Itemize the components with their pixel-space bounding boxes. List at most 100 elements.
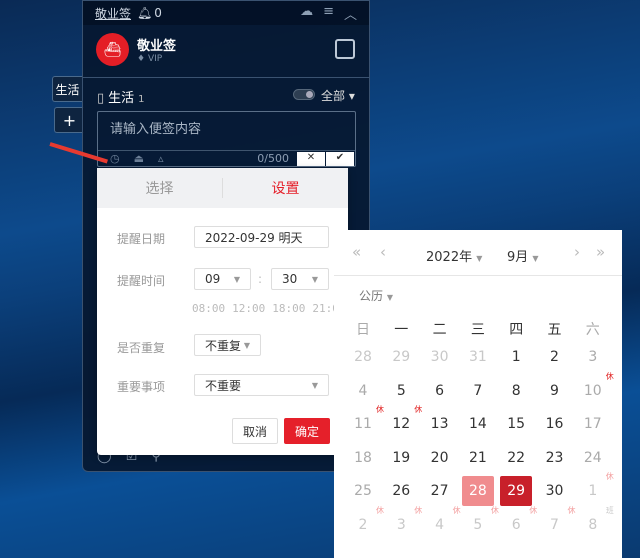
minute-select[interactable]: 30 ▼ [271, 268, 329, 290]
filter-label: 全部 [321, 89, 346, 103]
note-input[interactable]: 请输入便签内容 ◷ ⏏ ▵ 0/500 ✕ ✔ [97, 111, 356, 167]
today-cell[interactable]: 28 [461, 476, 494, 506]
day-cell[interactable]: 7休 [536, 506, 575, 540]
alarm-icon[interactable]: ⏏ [134, 152, 144, 165]
prev-year-icon[interactable]: « [352, 243, 361, 261]
month-select[interactable]: 9月 ▼ [507, 246, 539, 265]
day-cell[interactable]: 3休 [382, 506, 422, 540]
day-number: 27 [430, 483, 449, 499]
year-select[interactable]: 2022年 ▼ [426, 246, 482, 265]
day-cell[interactable]: 16 [536, 409, 574, 439]
day-cell[interactable]: 15 [497, 409, 535, 439]
toggle-switch[interactable] [293, 89, 315, 100]
important-select[interactable]: 不重要 ▼ [194, 374, 329, 396]
avatar[interactable]: ⛴ [96, 33, 129, 66]
day-cell[interactable]: 13 [421, 409, 459, 439]
day-cell[interactable]: 30 [421, 342, 459, 372]
day-cell[interactable]: 5休 [459, 506, 498, 540]
add-category-button[interactable]: + [54, 107, 84, 133]
day-number: 4 [358, 382, 368, 399]
day-cell[interactable]: 6 [421, 376, 459, 406]
note-icon: ▯ [97, 91, 105, 106]
day-cell[interactable]: 6休 [497, 506, 537, 540]
hour-select[interactable]: 09 ▼ [194, 268, 251, 290]
day-number: 13 [430, 416, 449, 432]
day-cell[interactable]: 3 [574, 342, 612, 372]
day-cell[interactable]: 28 [344, 342, 382, 372]
next-year-icon[interactable]: » [596, 243, 605, 261]
day-cell[interactable]: 2休 [344, 506, 384, 540]
day-cell[interactable]: 23 [536, 443, 574, 473]
day-cell[interactable]: 5 [382, 376, 420, 406]
tab-settings[interactable]: 设置 [223, 178, 348, 198]
date-field[interactable]: 2022-09-29 明天 [194, 226, 329, 248]
day-cell[interactable]: 22 [497, 443, 535, 473]
day-cell[interactable]: 24 [574, 443, 612, 473]
calendar-mode-select[interactable]: 公历 ▼ [359, 287, 393, 304]
day-cell[interactable]: 1休 [574, 472, 613, 506]
day-number: 12 [392, 416, 411, 432]
day-cell[interactable]: 21 [459, 443, 497, 473]
prev-month-icon[interactable]: ‹ [380, 243, 386, 261]
day-number: 6 [435, 382, 445, 399]
day-number: 29 [392, 349, 411, 365]
bell-icon[interactable]: 🔔︎ [137, 6, 152, 20]
clock-icon[interactable]: ◷ [110, 152, 120, 165]
day-cell[interactable]: 9 [536, 376, 574, 406]
divider [83, 77, 369, 78]
cancel-button[interactable]: 取消 [232, 418, 278, 444]
confirm-button[interactable]: 确定 [284, 418, 330, 444]
quick-time[interactable]: 18:00 [272, 302, 305, 315]
day-cell[interactable]: 27 [421, 476, 459, 506]
menu-icon[interactable]: ≡ [323, 4, 334, 23]
day-cell[interactable]: 2 [536, 342, 574, 372]
day-cell[interactable]: 17 [574, 409, 612, 439]
day-number: 17 [583, 416, 602, 432]
day-cell[interactable]: 4休 [421, 506, 460, 540]
repeat-select[interactable]: 不重复 ▼ [194, 334, 261, 356]
quick-time[interactable]: 08:00 [192, 302, 225, 315]
holiday-badge: 休 [605, 472, 614, 481]
weekday-header: 四 [509, 322, 524, 338]
day-number: 29 [507, 483, 526, 499]
day-cell[interactable]: 1 [497, 342, 535, 372]
day-number: 1 [588, 483, 598, 499]
day-cell[interactable]: 30 [536, 476, 574, 506]
repeat-value: 不重复 [205, 338, 242, 353]
weekday-header: 一 [394, 322, 409, 338]
day-cell[interactable]: 10 休 [574, 372, 614, 406]
save-note-button[interactable]: ✔ [326, 152, 354, 166]
day-cell[interactable]: 31 [459, 342, 497, 372]
title-bar: 敬业签 🔔︎ 0 ☁ ≡ ︿ [83, 1, 369, 25]
calendar-icon[interactable] [335, 39, 355, 59]
filter-dropdown[interactable]: 全部 ▾ [321, 87, 355, 104]
cloud-sync-icon[interactable]: ☁ [300, 4, 313, 23]
day-number: 18 [354, 449, 372, 466]
day-cell[interactable]: 11 休 [344, 405, 384, 439]
day-cell[interactable]: 29 [382, 342, 420, 372]
day-number: 8 [511, 382, 521, 399]
day-cell[interactable]: 26 [382, 476, 420, 506]
day-cell[interactable]: 19 [382, 443, 420, 473]
day-cell[interactable]: 20 [421, 443, 459, 473]
selected-day[interactable]: 29 [500, 476, 533, 506]
day-cell[interactable]: 8班 [574, 506, 613, 540]
text-style-icon[interactable]: ▵ [158, 152, 164, 165]
holiday-badge: 休 [605, 371, 614, 381]
day-cell[interactable]: 18 [344, 443, 382, 473]
day-cell[interactable]: 7 [459, 376, 497, 406]
quick-time[interactable]: 12:00 [232, 302, 265, 315]
cancel-note-button[interactable]: ✕ [297, 152, 325, 166]
minute-value: 30 [282, 272, 298, 286]
side-tab-life[interactable]: 生活 [52, 76, 82, 102]
day-cell[interactable]: 4 [344, 376, 382, 406]
day-number: 19 [392, 449, 411, 466]
holiday-badge: 班 [605, 505, 614, 515]
day-cell[interactable]: 12 休 [382, 405, 422, 439]
collapse-icon[interactable]: ︿ [344, 4, 357, 23]
day-cell[interactable]: 14 [459, 409, 497, 439]
day-cell[interactable]: 25 [344, 476, 382, 506]
tab-select[interactable]: 选择 [97, 178, 223, 198]
next-month-icon[interactable]: › [574, 243, 580, 261]
day-cell[interactable]: 8 [497, 376, 535, 406]
